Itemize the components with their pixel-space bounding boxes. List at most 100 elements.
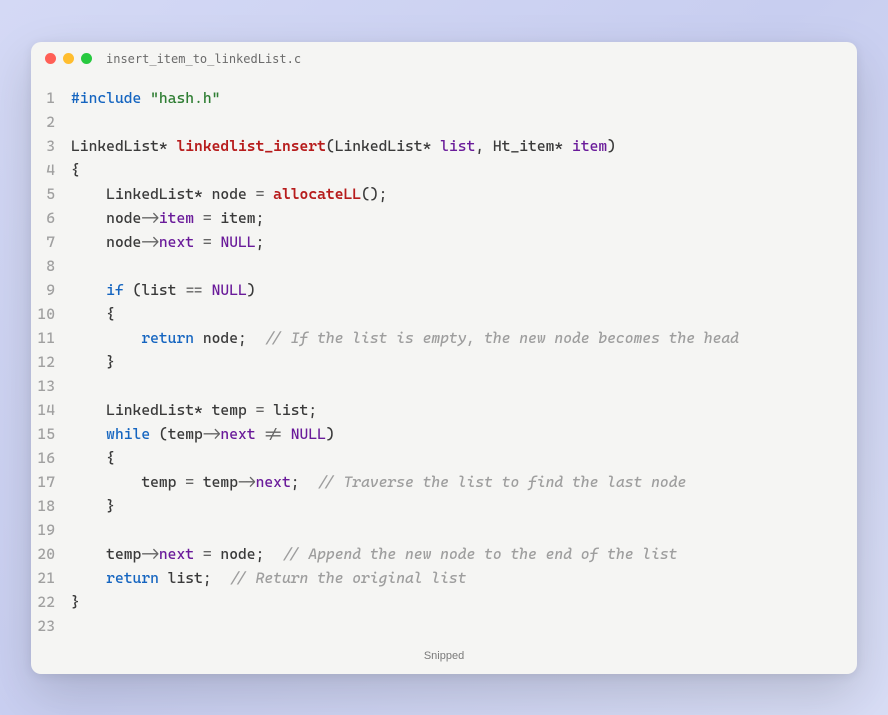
line-number: 13 (31, 374, 71, 398)
token-op: -> (141, 233, 159, 251)
code-line[interactable]: 19 (31, 518, 857, 542)
code-line[interactable]: 18 } (31, 494, 857, 518)
window-controls (45, 53, 92, 64)
code-content[interactable]: { (71, 302, 857, 326)
token-plain: ) (326, 425, 335, 443)
code-content[interactable]: LinkedList* temp = list; (71, 398, 857, 422)
token-plain: (); (361, 185, 387, 203)
token-plain: * (423, 137, 441, 155)
code-line[interactable]: 14 LinkedList* temp = list; (31, 398, 857, 422)
code-content[interactable]: temp->next = node; // Append the new nod… (71, 542, 857, 566)
minimize-icon[interactable] (63, 53, 74, 64)
maximize-icon[interactable] (81, 53, 92, 64)
token-string: "hash.h" (150, 89, 220, 107)
token-member: item (159, 209, 194, 227)
line-number: 8 (31, 254, 71, 278)
token-op: == (185, 281, 203, 299)
code-editor[interactable]: 1#include "hash.h"2 3LinkedList* linkedl… (31, 76, 857, 644)
code-content[interactable]: node->next = NULL; (71, 230, 857, 254)
code-line[interactable]: 13 (31, 374, 857, 398)
token-plain: list; (264, 401, 317, 419)
token-plain: temp (71, 473, 185, 491)
code-content[interactable]: { (71, 446, 857, 470)
code-content[interactable] (71, 110, 857, 134)
line-number: 1 (31, 86, 71, 110)
code-content[interactable]: node->item = item; (71, 206, 857, 230)
code-content[interactable]: if (list == NULL) (71, 278, 857, 302)
token-plain (203, 281, 212, 299)
code-content[interactable]: } (71, 590, 857, 614)
token-keyword: if (106, 281, 124, 299)
code-content[interactable]: temp = temp->next; // Traverse the list … (71, 470, 857, 494)
line-number: 23 (31, 614, 71, 638)
token-funccall: allocateLL (273, 185, 361, 203)
token-plain: * (159, 137, 177, 155)
code-content[interactable]: { (71, 158, 857, 182)
token-plain: node; (212, 545, 282, 563)
line-number: 12 (31, 350, 71, 374)
line-number: 16 (31, 446, 71, 470)
token-plain: ; (291, 473, 317, 491)
code-content[interactable] (71, 374, 857, 398)
token-plain: node (71, 209, 141, 227)
token-plain: (temp (150, 425, 203, 443)
token-plain: , (475, 137, 493, 155)
code-content[interactable]: } (71, 494, 857, 518)
code-content[interactable]: LinkedList* linkedlist_insert(LinkedList… (71, 134, 857, 158)
code-line[interactable]: 21 return list; // Return the original l… (31, 566, 857, 590)
token-op: -> (203, 425, 221, 443)
code-line[interactable]: 6 node->item = item; (31, 206, 857, 230)
token-constant: NULL (212, 281, 247, 299)
token-plain (141, 89, 150, 107)
code-line[interactable]: 9 if (list == NULL) (31, 278, 857, 302)
token-comment: // Traverse the list to find the last no… (317, 473, 686, 491)
code-content[interactable]: #include "hash.h" (71, 86, 857, 110)
token-op: -> (141, 209, 159, 227)
code-content[interactable]: return list; // Return the original list (71, 566, 857, 590)
code-line[interactable]: 20 temp->next = node; // Append the new … (31, 542, 857, 566)
code-line[interactable]: 23 (31, 614, 857, 638)
line-number: 5 (31, 182, 71, 206)
token-plain: ( (326, 137, 335, 155)
token-constant: NULL (291, 425, 326, 443)
token-op: = (185, 473, 194, 491)
close-icon[interactable] (45, 53, 56, 64)
token-preproc: # (71, 89, 80, 107)
code-line[interactable]: 12 } (31, 350, 857, 374)
code-line[interactable]: 3LinkedList* linkedlist_insert(LinkedLis… (31, 134, 857, 158)
code-line[interactable]: 16 { (31, 446, 857, 470)
line-number: 14 (31, 398, 71, 422)
code-content[interactable]: while (temp->next != NULL) (71, 422, 857, 446)
code-line[interactable]: 15 while (temp->next != NULL) (31, 422, 857, 446)
code-content[interactable]: LinkedList* node = allocateLL(); (71, 182, 857, 206)
token-op: = (203, 545, 212, 563)
code-line[interactable]: 11 return node; // If the list is empty,… (31, 326, 857, 350)
line-number: 20 (31, 542, 71, 566)
code-line[interactable]: 22} (31, 590, 857, 614)
code-line[interactable]: 8 (31, 254, 857, 278)
code-content[interactable] (71, 254, 857, 278)
code-line[interactable]: 1#include "hash.h" (31, 86, 857, 110)
token-plain: LinkedList (335, 137, 423, 155)
code-content[interactable] (71, 614, 857, 638)
code-line[interactable]: 5 LinkedList* node = allocateLL(); (31, 182, 857, 206)
code-line[interactable]: 10 { (31, 302, 857, 326)
code-content[interactable]: } (71, 350, 857, 374)
line-number: 4 (31, 158, 71, 182)
code-content[interactable]: return node; // If the list is empty, th… (71, 326, 857, 350)
code-line[interactable]: 4{ (31, 158, 857, 182)
token-keyword: while (106, 425, 150, 443)
token-plain: * node (194, 185, 256, 203)
token-op: -> (238, 473, 256, 491)
code-line[interactable]: 7 node->next = NULL; (31, 230, 857, 254)
token-plain: ) (607, 137, 616, 155)
token-op: = (203, 209, 212, 227)
token-plain (71, 569, 106, 587)
token-comment: // Append the new node to the end of the… (282, 545, 678, 563)
code-line[interactable]: 17 temp = temp->next; // Traverse the li… (31, 470, 857, 494)
code-content[interactable] (71, 518, 857, 542)
code-line[interactable]: 2 (31, 110, 857, 134)
token-plain: LinkedList (71, 401, 194, 419)
line-number: 9 (31, 278, 71, 302)
token-plain: ; (256, 233, 265, 251)
